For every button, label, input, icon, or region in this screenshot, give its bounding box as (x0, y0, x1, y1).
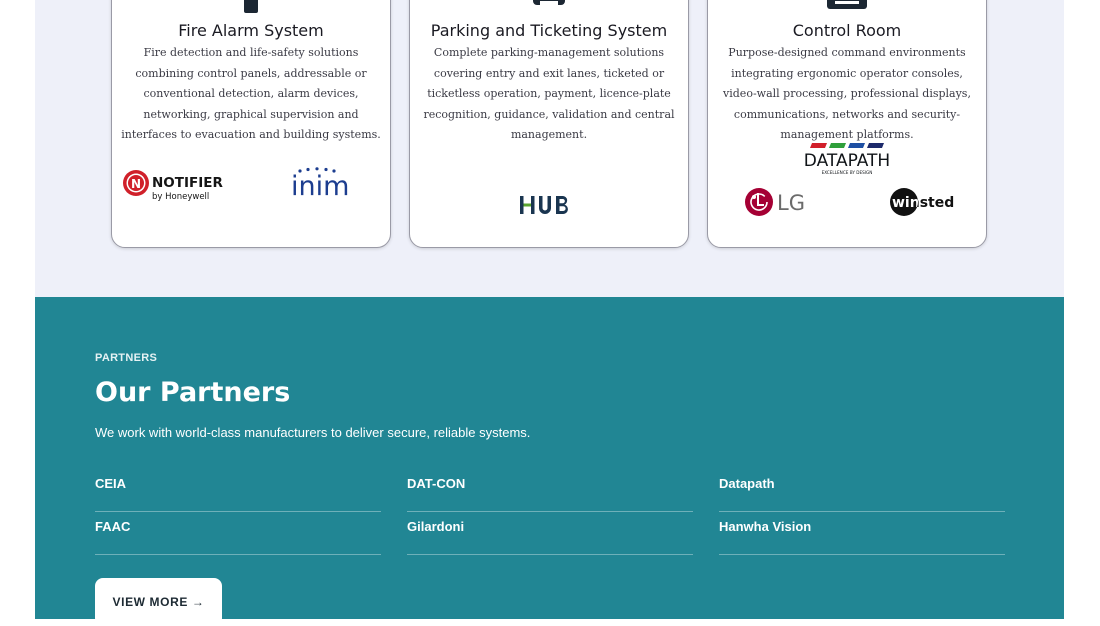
page: Fire Alarm System Fire detection and lif… (35, 0, 1064, 626)
notifier-logo-text: NOTIFIER (152, 175, 223, 191)
datapath-logo-sub: EXCELLENCE BY DESIGN (822, 170, 873, 175)
card-title: Parking and Ticketing System (430, 21, 668, 40)
section-title: Our Partners (95, 377, 291, 408)
lg-logo: LG (744, 186, 810, 218)
partner-link-dat-con[interactable]: DAT-CON (407, 469, 693, 512)
lg-logo-text: LG (777, 191, 805, 215)
card-title: Control Room (792, 21, 902, 40)
service-card-fire-alarm[interactable]: Fire Alarm System Fire detection and lif… (111, 0, 391, 248)
service-card-control-room[interactable]: Control Room Purpose-designed command en… (707, 0, 987, 248)
notifier-logo: N NOTIFIER by Honeywell (122, 167, 242, 207)
notifier-logo-mark: N (131, 177, 141, 191)
car-icon (533, 0, 565, 5)
services-section: Fire Alarm System Fire detection and lif… (35, 0, 1064, 297)
service-card-parking[interactable]: Parking and Ticketing System Complete pa… (409, 0, 689, 248)
card-description: Purpose-designed command environments in… (723, 46, 971, 141)
hub-logo (518, 193, 582, 219)
fire-alarm-icon (244, 0, 258, 13)
card-title: Fire Alarm System (178, 21, 324, 40)
monitor-icon (827, 0, 867, 9)
card-description: Fire detection and life-safety solutions… (121, 46, 381, 141)
datapath-logo-text: DATAPATH (804, 151, 890, 171)
partner-link-hanwha-vision[interactable]: Hanwha Vision (719, 512, 1005, 555)
partner-link-faac[interactable]: FAAC (95, 512, 381, 555)
inim-logo: inim (290, 167, 360, 203)
datapath-logo: DATAPATH EXCELLENCE BY DESIGN (792, 142, 902, 178)
partner-link-gilardoni[interactable]: Gilardoni (407, 512, 693, 555)
card-description: Complete parking-management solutions co… (423, 46, 675, 141)
section-subtitle: We work with world-class manufacturers t… (95, 425, 531, 440)
winsted-logo: winsted winsted (890, 186, 954, 218)
partner-link-datapath[interactable]: Datapath (719, 469, 1005, 512)
inim-logo-text: inim (291, 171, 349, 202)
partner-link-ceia[interactable]: CEIA (95, 469, 381, 512)
section-eyebrow: PARTNERS (95, 352, 158, 364)
notifier-logo-sub: by Honeywell (152, 192, 209, 202)
partners-section: PARTNERS Our Partners We work with world… (35, 297, 1064, 626)
